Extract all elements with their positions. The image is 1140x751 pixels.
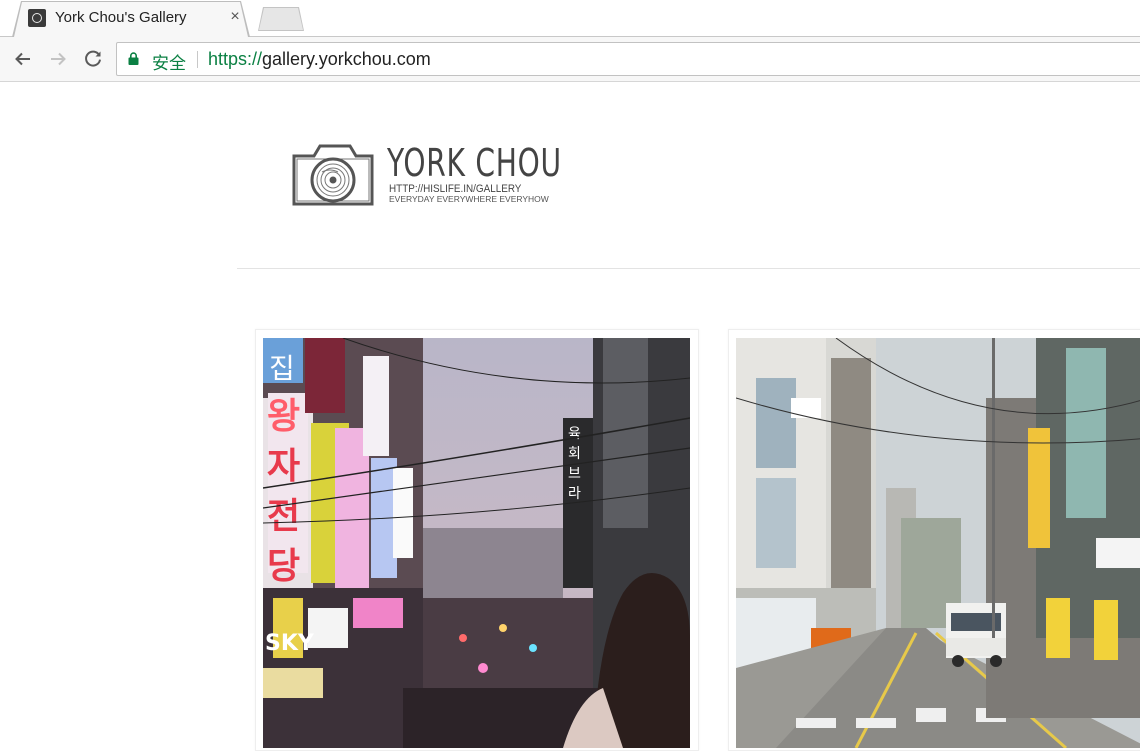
- forward-arrow-icon: [51, 52, 66, 66]
- camera-favicon-icon: [28, 9, 46, 27]
- svg-text:회: 회: [568, 446, 581, 462]
- svg-text:왕: 왕: [267, 396, 300, 437]
- reload-button[interactable]: [81, 47, 105, 71]
- back-button[interactable]: [11, 47, 35, 71]
- residential-street-truck-photo[interactable]: [736, 338, 1140, 748]
- url-text[interactable]: https://gallery.yorkchou.com: [208, 49, 431, 70]
- reload-icon: [85, 50, 101, 67]
- svg-text:SKY: SKY: [265, 631, 315, 656]
- neon-signs-street-photo[interactable]: 집 왕 자 전 당 포 SKY 육 회 브 라: [263, 338, 690, 748]
- photo-image: 집 왕 자 전 당 포 SKY 육 회 브 라: [263, 338, 690, 748]
- logo-title: YORK CHOU: [387, 141, 562, 185]
- forward-button[interactable]: [46, 47, 70, 71]
- svg-text:라: 라: [568, 486, 581, 502]
- browser-toolbar: 安全 https://gallery.yorkchou.com: [0, 37, 1140, 82]
- back-arrow-icon: [15, 52, 30, 66]
- address-bar-separator: [197, 51, 198, 68]
- logo-tagline: EVERYDAY EVERYWHERE EVERYHOW: [389, 194, 549, 204]
- url-scheme: https://: [208, 49, 263, 69]
- svg-text:당: 당: [267, 546, 300, 587]
- site-logo[interactable]: YORK CHOU HTTP://HISLIFE.IN/GALLERY EVER…: [292, 142, 561, 208]
- camera-logo-icon: [292, 144, 374, 206]
- security-label[interactable]: 安全: [152, 49, 186, 74]
- tab-title[interactable]: York Chou's Gallery: [55, 9, 187, 26]
- header-divider: [237, 268, 1140, 269]
- photo-image: [736, 338, 1140, 748]
- lock-icon: [128, 52, 139, 65]
- svg-text:브: 브: [568, 466, 581, 482]
- svg-text:전: 전: [267, 496, 300, 537]
- new-tab-button[interactable]: [259, 8, 303, 30]
- address-bar[interactable]: 安全 https://gallery.yorkchou.com: [116, 42, 1140, 76]
- url-host: gallery.yorkchou.com: [262, 49, 431, 69]
- tab-close-icon[interactable]: ×: [228, 8, 242, 26]
- tab-strip: York Chou's Gallery ×: [0, 0, 1140, 37]
- svg-text:집: 집: [269, 352, 295, 385]
- svg-text:육: 육: [568, 426, 581, 442]
- gallery-card[interactable]: [728, 329, 1140, 751]
- gallery-card[interactable]: 집 왕 자 전 당 포 SKY 육 회 브 라: [255, 329, 699, 751]
- svg-text:자: 자: [267, 446, 300, 487]
